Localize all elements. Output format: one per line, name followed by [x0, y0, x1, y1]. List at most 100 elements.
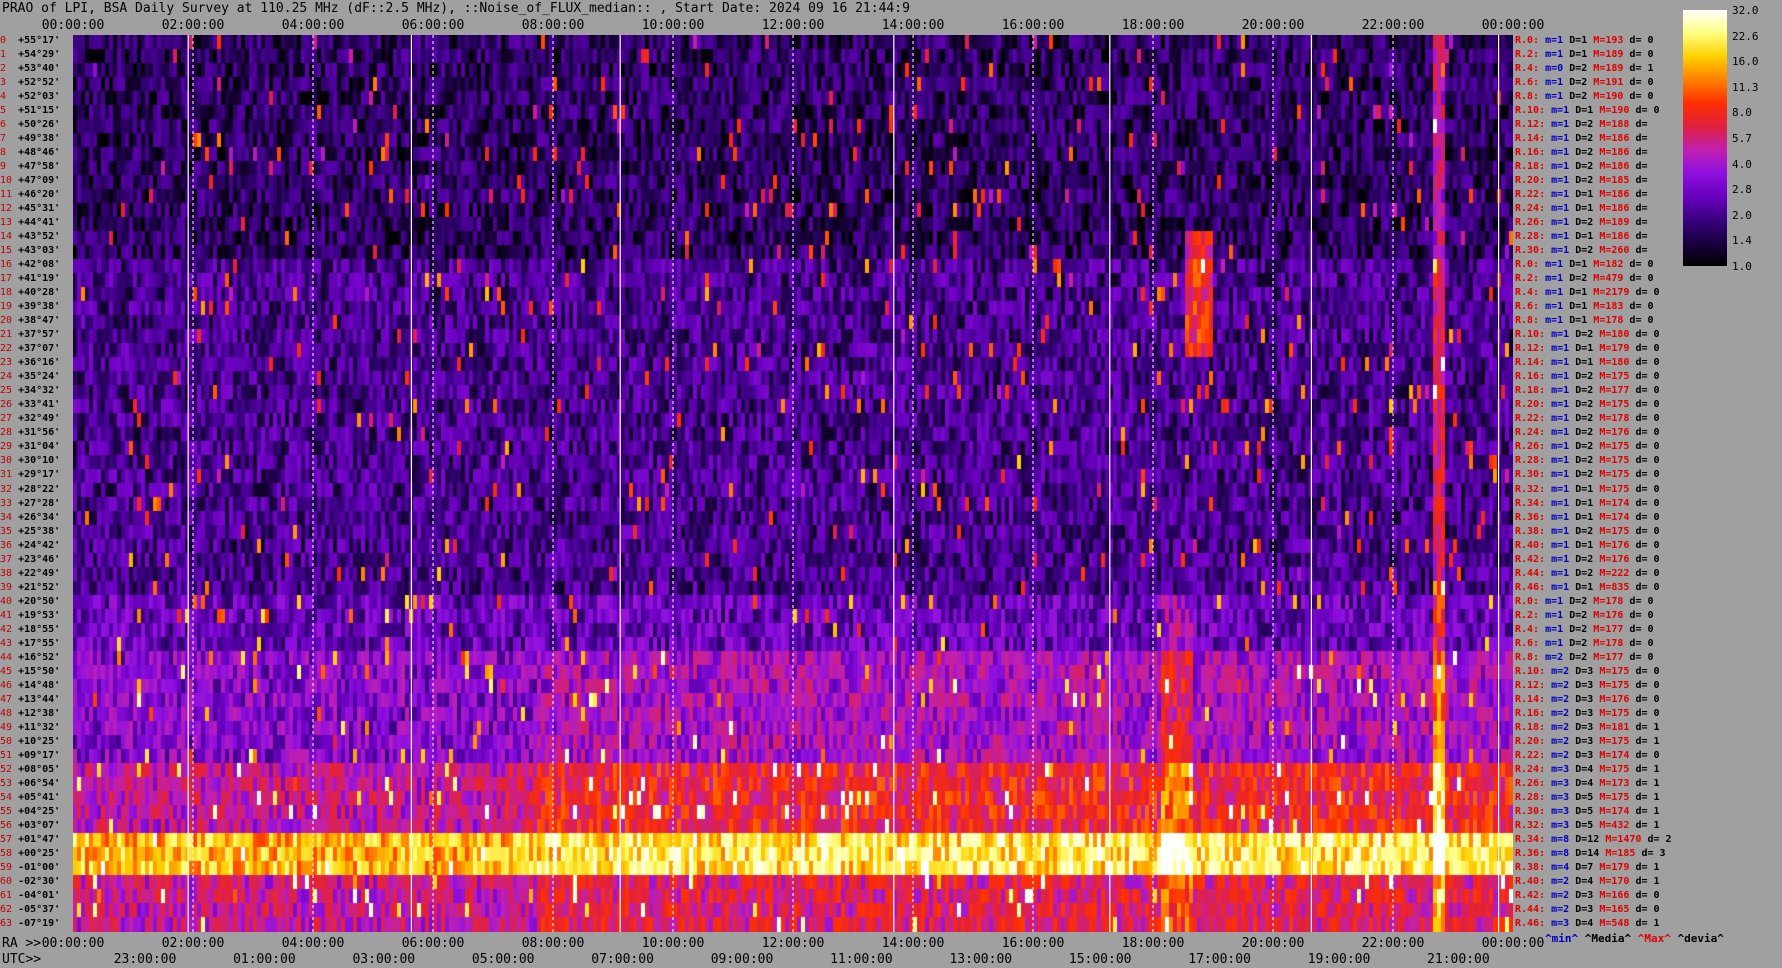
stat-d: D=2 [1575, 175, 1600, 187]
declination-value: +05°41' [18, 791, 61, 803]
stat-dd: d= 0 [1635, 343, 1666, 355]
declination-value: -01°00' [18, 861, 61, 873]
row-index: 61 [0, 889, 19, 901]
declination-row-label: 15 +43°03' [0, 245, 60, 256]
declination-value: +20°50' [18, 595, 61, 607]
colorbar-tick: 5.7 [1732, 132, 1752, 145]
declination-row-label: 51 +09°17' [0, 750, 60, 761]
stat-M: M=180 [1599, 329, 1636, 341]
declination-value: +47°09' [18, 175, 61, 187]
stat-m: m=2 [1551, 903, 1576, 915]
stat-r: R.24: [1515, 203, 1552, 215]
stat-d: D=3 [1575, 707, 1600, 719]
stat-dd: d= 0 [1635, 525, 1666, 537]
declination-value: +31°04' [18, 441, 61, 453]
declination-row-label: 23 +36°16' [0, 357, 60, 368]
stat-dd: d= 0 [1635, 455, 1666, 467]
stat-m: m=1 [1551, 567, 1576, 579]
row-index: 46 [0, 679, 19, 691]
declination-value: -02°30' [18, 875, 61, 887]
utc-axis-tick: 05:00:00 [471, 952, 535, 967]
row-index: 41 [0, 609, 19, 621]
declination-row-label: 47 +13°44' [0, 694, 60, 705]
stat-dd: d= 0 [1629, 77, 1660, 89]
stat-m: m=1 [1545, 637, 1570, 649]
top-axis-tick: 10:00:00 [641, 18, 705, 33]
row-index: 48 [0, 707, 19, 719]
stat-r: R.2: [1515, 273, 1546, 285]
stat-m: m=1 [1551, 525, 1576, 537]
row-stat: R.22: m=1 D=2 M=178 d= 0 [1515, 413, 1666, 424]
stat-r: R.38: [1515, 525, 1552, 537]
declination-row-label: 24 +35°24' [0, 371, 60, 382]
row-index: 4 [0, 91, 19, 103]
legend-median: ^Media^ [1584, 932, 1632, 945]
stat-d: D=2 [1569, 595, 1594, 607]
stat-r: R.6: [1515, 301, 1546, 313]
row-index: 43 [0, 637, 19, 649]
stat-dd: d= 0 [1635, 469, 1666, 481]
stat-m: m=2 [1551, 735, 1576, 747]
stat-m: m=1 [1551, 245, 1576, 257]
stat-m: m=1 [1551, 441, 1576, 453]
top-axis-tick: 08:00:00 [521, 18, 585, 33]
stat-r: R.34: [1515, 833, 1552, 845]
stat-m: m=2 [1551, 679, 1576, 691]
row-stat: R.18: m=1 D=2 M=177 d= 0 [1515, 385, 1666, 396]
row-index: 55 [0, 805, 19, 817]
stat-d: D=2 [1569, 623, 1594, 635]
stat-r: R.8: [1515, 651, 1546, 663]
row-index: 0 [0, 35, 19, 46]
row-stat: R.20: m=2 D=3 M=175 d= 1 [1515, 736, 1666, 747]
stat-M: M=175 [1599, 763, 1636, 775]
stat-M: M=177 [1593, 651, 1630, 663]
stat-dd: d= 1 [1635, 721, 1666, 733]
declination-value: -05°37' [18, 903, 61, 915]
stat-dd: d= [1635, 175, 1654, 187]
declination-value: +44°41' [18, 217, 61, 229]
stat-dd: d= [1635, 231, 1654, 243]
declination-row-label: 31 +29°17' [0, 469, 60, 480]
declination-row-label: 0 +55°17' [0, 35, 60, 46]
row-stat: R.0: m=1 D=2 M=178 d= 0 [1515, 596, 1660, 607]
stat-d: D=1 [1569, 315, 1594, 327]
row-stat: R.4: m=0 D=2 M=189 d= 1 [1515, 63, 1660, 74]
ra-axis: RA >> 00:00:00 02:00:00 04:00:00 06:00:00 08… [0, 936, 1782, 952]
declination-value: +37°07' [18, 343, 61, 355]
stat-M: M=179 [1599, 343, 1636, 355]
declination-value: +09°17' [18, 749, 61, 761]
row-stat: R.26: m=3 D=4 M=173 d= 1 [1515, 778, 1666, 789]
row-stat: R.44: m=1 D=2 M=222 d= 0 [1515, 568, 1666, 579]
stat-r: R.12: [1515, 343, 1552, 355]
declination-row-label: 59 -01°00' [0, 862, 60, 873]
stat-d: D=1 [1575, 483, 1600, 495]
row-stat: R.4: m=1 D=1 M=2179 d= 0 [1515, 287, 1666, 298]
row-stat: R.32: m=3 D=5 M=432 d= 1 [1515, 820, 1666, 831]
stat-M: M=175 [1599, 469, 1636, 481]
top-axis-tick: 06:00:00 [401, 18, 465, 33]
stat-dd: d= [1635, 189, 1654, 201]
stat-d: D=2 [1575, 525, 1600, 537]
stat-dd: d= [1635, 161, 1654, 173]
row-stat: R.42: m=2 D=3 M=166 d= 0 [1515, 890, 1666, 901]
stat-m: m=1 [1551, 133, 1576, 145]
stat-M: M=174 [1599, 805, 1636, 817]
stat-d: D=1 [1575, 581, 1600, 593]
stat-d: D=1 [1569, 49, 1594, 61]
stat-r: R.16: [1515, 371, 1552, 383]
stat-r: R.22: [1515, 413, 1552, 425]
stat-r: R.4: [1515, 287, 1546, 299]
colorbar-tick: 4.0 [1732, 157, 1752, 171]
stat-r: R.32: [1515, 819, 1552, 831]
declination-value: +29°17' [18, 469, 61, 481]
stat-m: m=1 [1551, 217, 1576, 229]
row-stat: R.2: m=1 D=1 M=189 d= 0 [1515, 49, 1660, 60]
stat-dd: d= 1 [1635, 875, 1666, 887]
declination-row-label: 27 +32°49' [0, 413, 60, 424]
stat-dd: d= 0 [1635, 399, 1666, 411]
row-stat: R.34: m=8 D=12 M=1470 d= 2 [1515, 834, 1678, 845]
stat-m: m=2 [1545, 651, 1570, 663]
stat-d: D=4 [1575, 763, 1600, 775]
row-stat: R.30: m=1 D=2 M=260 d= [1515, 245, 1654, 256]
row-stat: R.30: m=1 D=2 M=175 d= 0 [1515, 469, 1666, 480]
